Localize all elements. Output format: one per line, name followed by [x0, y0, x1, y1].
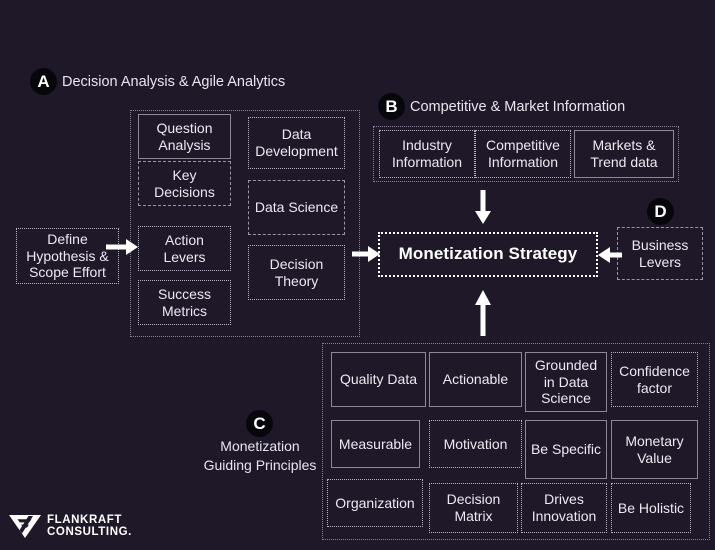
section-badge-d: D [647, 198, 674, 225]
node-industry-information[interactable]: Industry Information [379, 130, 475, 178]
node-be-specific[interactable]: Be Specific [525, 420, 607, 479]
logo-line-2: CONSULTING. [47, 526, 132, 538]
node-data-science[interactable]: Data Science [248, 180, 345, 235]
node-decision-theory[interactable]: Decision Theory [248, 245, 345, 300]
node-business-levers[interactable]: Business Levers [617, 227, 703, 280]
node-grounded-in-data-science[interactable]: Grounded in Data Science [525, 352, 607, 412]
section-title-c: Monetization Guiding Principles [203, 438, 317, 473]
node-decision-matrix[interactable]: Decision Matrix [429, 483, 518, 533]
node-motivation[interactable]: Motivation [429, 420, 522, 468]
node-question-analysis[interactable]: Question Analysis [138, 114, 231, 159]
brand-logo: FLANKRAFT CONSULTING. [8, 513, 132, 539]
arrow-c-to-center [475, 290, 491, 336]
node-action-levers[interactable]: Action Levers [138, 226, 231, 271]
node-markets-trend-data[interactable]: Markets & Trend data [574, 130, 674, 178]
logo-text: FLANKRAFT CONSULTING. [47, 514, 132, 538]
arrow-d-to-center [598, 247, 622, 263]
logo-line-1: FLANKRAFT [47, 513, 123, 526]
arrow-input-to-a [106, 239, 138, 255]
node-organization[interactable]: Organization [327, 479, 423, 527]
arrow-b-to-center [475, 190, 491, 224]
node-be-holistic[interactable]: Be Holistic [611, 483, 691, 533]
node-competitive-information[interactable]: Competitive Information [475, 130, 571, 178]
node-success-metrics[interactable]: Success Metrics [138, 280, 231, 325]
node-data-development[interactable]: Data Development [248, 117, 345, 169]
section-title-b: Competitive & Market Information [410, 99, 626, 115]
node-key-decisions[interactable]: Key Decisions [138, 161, 231, 206]
node-quality-data[interactable]: Quality Data [331, 352, 426, 407]
node-measurable[interactable]: Measurable [331, 420, 420, 468]
section-badge-b: B [378, 93, 405, 120]
node-drives-innovation[interactable]: Drives Innovation [521, 483, 607, 533]
diagram-canvas: A Decision Analysis & Agile Analytics Qu… [0, 0, 715, 550]
section-title-a: Decision Analysis & Agile Analytics [62, 74, 286, 90]
node-confidence-factor[interactable]: Confidence factor [611, 352, 698, 407]
node-monetization-strategy[interactable]: Monetization Strategy [378, 232, 598, 277]
node-actionable[interactable]: Actionable [429, 352, 522, 407]
section-badge-c: C [246, 410, 273, 437]
flankraft-mark-icon [9, 515, 41, 538]
node-monetary-value[interactable]: Monetary Value [611, 420, 698, 479]
arrow-a-to-center [352, 246, 380, 262]
section-badge-a: A [30, 68, 57, 95]
